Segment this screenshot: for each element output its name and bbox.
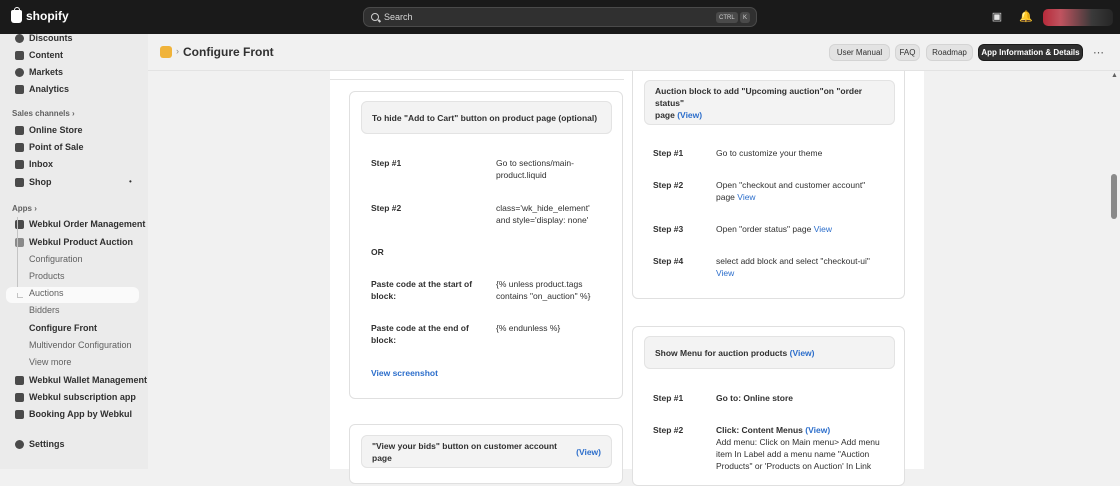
view-link[interactable]: (View) bbox=[677, 110, 702, 120]
breadcrumb-chevron-icon: › bbox=[176, 46, 179, 56]
paste-end-code: {% endunless %} bbox=[496, 323, 561, 333]
step-value: class='wk_hide_element' and style='displa… bbox=[496, 203, 590, 225]
sidebar-item-point-of-sale[interactable]: Point of Sale bbox=[15, 140, 84, 154]
pos-icon bbox=[15, 142, 24, 152]
inbox-icon bbox=[15, 159, 24, 169]
app-icon bbox=[15, 375, 24, 385]
sidebar-item-subscription[interactable]: Webkul subscription app bbox=[15, 390, 136, 404]
shop-dot-indicator: • bbox=[129, 177, 132, 186]
sidebar-sub-bidders[interactable]: Bidders bbox=[29, 303, 60, 317]
card-title: Show Menu for auction products (View) bbox=[644, 336, 895, 369]
shopify-bag-icon bbox=[11, 6, 22, 23]
app-icon bbox=[160, 46, 172, 58]
view-link[interactable]: View bbox=[814, 224, 832, 234]
sidebar-sub-configure-front[interactable]: Configure Front bbox=[29, 321, 97, 335]
divider bbox=[330, 71, 624, 80]
store-switch-icon[interactable]: ▣ bbox=[991, 11, 1003, 23]
step-label: Step #3 bbox=[653, 224, 684, 234]
scroll-up-arrow-icon[interactable]: ▲ bbox=[1111, 72, 1118, 79]
sidebar-sub-multivendor[interactable]: Multivendor Configuration bbox=[29, 338, 132, 352]
search-placeholder: Search bbox=[384, 12, 413, 22]
shopify-logo[interactable]: shopify bbox=[11, 6, 69, 23]
card-title: "View your bids" button on customer acco… bbox=[361, 435, 612, 468]
app-icon bbox=[15, 409, 24, 419]
avatar[interactable] bbox=[1043, 9, 1113, 26]
scrollbar-thumb[interactable] bbox=[1111, 174, 1117, 219]
step-label: Step #2 bbox=[653, 425, 684, 435]
store-icon bbox=[15, 125, 24, 135]
view-link[interactable]: (View) bbox=[576, 446, 601, 458]
shortcut-ctrl-key: CTRL bbox=[716, 12, 738, 23]
sidebar-item-booking[interactable]: Booking App by Webkul bbox=[15, 407, 132, 421]
view-screenshot-link[interactable]: View screenshot bbox=[371, 367, 438, 379]
sidebar-item-analytics[interactable]: Analytics bbox=[15, 82, 69, 96]
step-label: Step #4 bbox=[653, 256, 684, 266]
sidebar-item-discounts[interactable]: Discounts bbox=[15, 31, 73, 45]
step-label: Step #1 bbox=[371, 158, 402, 168]
sidebar-item-markets[interactable]: Markets bbox=[15, 65, 63, 79]
bell-icon[interactable]: 🔔 bbox=[1019, 11, 1033, 23]
title-bar bbox=[148, 34, 1120, 71]
shortcut-k-key: K bbox=[740, 12, 751, 23]
content-icon bbox=[15, 50, 24, 60]
sidebar-sub-view-more[interactable]: View more bbox=[29, 355, 71, 369]
sidebar-item-wallet[interactable]: Webkul Wallet Management bbox=[15, 373, 147, 387]
sidebar-sub-products[interactable]: Products bbox=[29, 269, 65, 283]
step-label: Step #2 bbox=[653, 180, 684, 190]
step-label: Step #1 bbox=[653, 393, 684, 403]
tree-hook bbox=[17, 293, 23, 298]
analytics-icon bbox=[15, 84, 24, 94]
sidebar-sub-auctions[interactable]: Auctions bbox=[29, 286, 64, 300]
hide-add-to-cart-card bbox=[349, 91, 623, 399]
sidebar-item-inbox[interactable]: Inbox bbox=[15, 157, 53, 171]
view-link[interactable]: View bbox=[737, 192, 755, 202]
card-title: Auction block to add "Upcoming auction"o… bbox=[644, 80, 895, 125]
sidebar-item-settings[interactable]: Settings bbox=[15, 437, 65, 451]
view-link[interactable]: (View) bbox=[805, 425, 830, 435]
search-icon bbox=[371, 13, 379, 21]
page-title: Configure Front bbox=[183, 45, 274, 59]
globe-icon bbox=[15, 67, 24, 77]
app-icon bbox=[15, 392, 24, 402]
step-label: Step #2 bbox=[371, 203, 402, 213]
user-manual-button[interactable]: User Manual bbox=[829, 44, 890, 61]
brand-name: shopify bbox=[26, 9, 69, 23]
discount-icon bbox=[15, 33, 24, 43]
step-value: Open "order status" page View bbox=[716, 224, 832, 234]
search-bar[interactable]: Search CTRL K bbox=[363, 7, 757, 27]
step-value: Click: Content Menus (View) Add menu: Cli… bbox=[716, 425, 880, 469]
step-value: Go to customize your theme bbox=[716, 148, 823, 158]
apps-heading[interactable]: Apps › bbox=[12, 204, 37, 213]
faq-button[interactable]: FAQ bbox=[895, 44, 920, 61]
step-value: select add block and select "checkout-ui… bbox=[716, 256, 870, 278]
step-label: Step #1 bbox=[653, 148, 684, 158]
more-actions-icon[interactable]: ⋯ bbox=[1093, 46, 1104, 59]
view-link[interactable]: (View) bbox=[790, 347, 815, 359]
gear-icon bbox=[15, 439, 24, 449]
sidebar-active-highlight bbox=[6, 287, 139, 303]
sidebar-item-shop[interactable]: Shop bbox=[15, 175, 52, 189]
paste-start-code: {% unless product.tags contains "on_aucti… bbox=[496, 279, 591, 301]
sidebar-item-product-auction[interactable]: Webkul Product Auction bbox=[15, 235, 133, 249]
view-link[interactable]: View bbox=[716, 268, 734, 278]
sidebar-item-content[interactable]: Content bbox=[15, 48, 63, 62]
sidebar-item-online-store[interactable]: Online Store bbox=[15, 123, 83, 137]
scrollbar[interactable] bbox=[1110, 71, 1120, 469]
step-value: Go to: Online store bbox=[716, 393, 793, 403]
step-value: Go to sections/main-product.liquid bbox=[496, 158, 574, 180]
or-label: OR bbox=[371, 247, 384, 257]
sidebar-sub-configuration[interactable]: Configuration bbox=[29, 252, 83, 266]
paste-end-label: Paste code at the end of block: bbox=[371, 323, 469, 345]
roadmap-button[interactable]: Roadmap bbox=[926, 44, 973, 61]
step-value: Open "checkout and customer account" page… bbox=[716, 180, 866, 202]
paste-start-label: Paste code at the start of block: bbox=[371, 279, 473, 301]
sidebar-item-order-management[interactable]: Webkul Order Management bbox=[15, 217, 145, 231]
shop-icon bbox=[15, 177, 24, 187]
card-title: To hide "Add to Cart" button on product … bbox=[361, 101, 612, 134]
sales-channels-heading[interactable]: Sales channels › bbox=[12, 109, 75, 118]
app-info-button[interactable]: App Information & Details bbox=[978, 44, 1083, 61]
top-bar: shopify Search CTRL K ▣ 🔔 bbox=[0, 0, 1120, 34]
